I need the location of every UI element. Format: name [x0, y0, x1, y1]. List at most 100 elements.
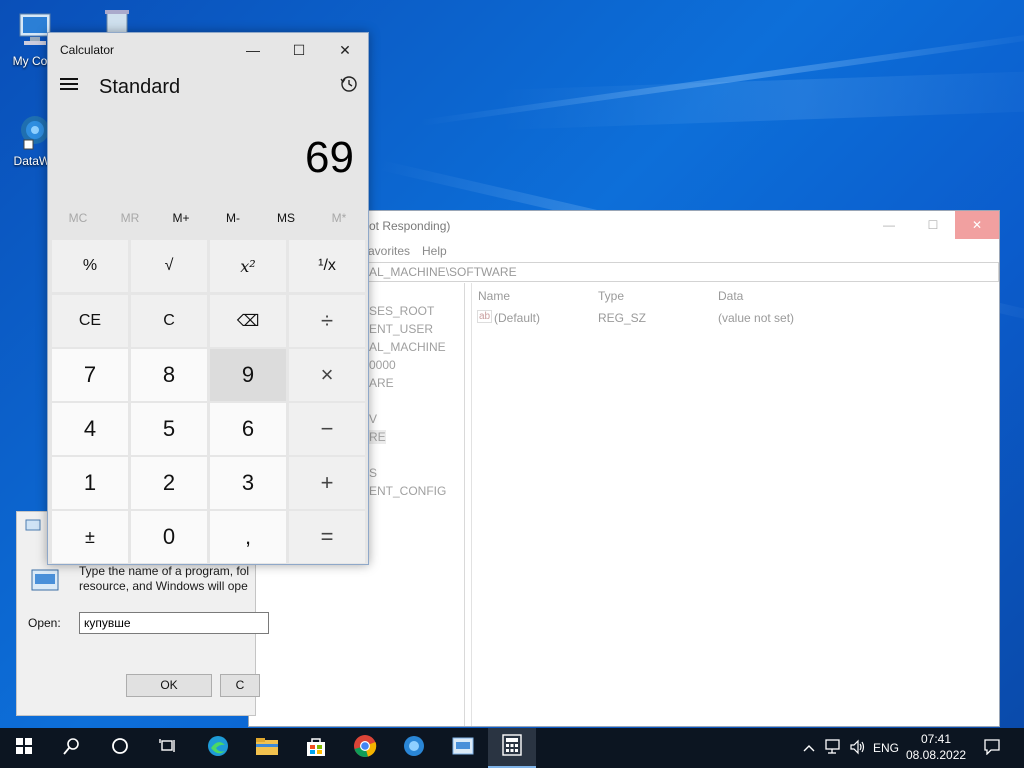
- run-description-line: resource, and Windows will ope: [79, 579, 248, 593]
- column-header-data[interactable]: Data: [718, 289, 743, 303]
- volume-icon: [849, 739, 867, 758]
- calculator-title: Calculator: [60, 43, 115, 57]
- calculator-icon: [502, 733, 522, 761]
- datawarehouse-icon: [402, 734, 426, 763]
- memory-store-button[interactable]: MS: [260, 211, 312, 225]
- clear-button[interactable]: C: [131, 295, 207, 347]
- digit-9-button[interactable]: 9: [210, 349, 286, 401]
- negate-button[interactable]: ±: [52, 511, 128, 563]
- maximize-button[interactable]: ☐: [276, 33, 322, 67]
- datawarehouse-taskbar-button[interactable]: [390, 728, 438, 768]
- volume-tray-button[interactable]: [846, 728, 870, 768]
- tree-item[interactable]: AL_MACHINE: [369, 340, 446, 354]
- cortana-icon: [111, 737, 129, 760]
- tree-item[interactable]: SES_ROOT: [369, 304, 434, 318]
- string-value-icon: ab: [477, 310, 493, 323]
- memory-clear-button[interactable]: MC: [52, 211, 104, 225]
- clock-date: 08.08.2022: [906, 748, 967, 762]
- tree-item[interactable]: V: [369, 412, 377, 426]
- minimize-button[interactable]: —: [230, 33, 276, 67]
- calculator-display: 69: [305, 133, 354, 182]
- calculator-mode: Standard: [99, 76, 181, 98]
- memory-recall-button[interactable]: MR: [104, 211, 156, 225]
- run-taskbar-button[interactable]: [439, 728, 487, 768]
- network-icon: [825, 738, 843, 758]
- registry-values-list[interactable]: Name Type Data ab (Default) REG_SZ (valu…: [471, 283, 999, 726]
- clock[interactable]: 07:41 08.08.2022: [906, 731, 966, 763]
- column-header-type[interactable]: Type: [598, 289, 624, 303]
- tree-item[interactable]: ARE: [369, 376, 394, 390]
- address-path: AL_MACHINE\SOFTWARE: [369, 265, 517, 279]
- cancel-button[interactable]: C: [220, 674, 260, 697]
- digit-1-button[interactable]: 1: [52, 457, 128, 509]
- memory-add-button[interactable]: M+: [155, 211, 207, 225]
- add-button[interactable]: +: [289, 457, 365, 509]
- file-explorer-taskbar-button[interactable]: [243, 728, 291, 768]
- digit-7-button[interactable]: 7: [52, 349, 128, 401]
- multiply-button[interactable]: ×: [289, 349, 365, 401]
- clear-entry-button[interactable]: CE: [52, 295, 128, 347]
- edge-icon: [206, 734, 230, 763]
- store-icon: [305, 735, 327, 762]
- language-indicator[interactable]: ENG: [871, 728, 901, 768]
- search-button[interactable]: [48, 728, 96, 768]
- digit-0-button[interactable]: 0: [131, 511, 207, 563]
- decimal-separator-button[interactable]: ,: [210, 511, 286, 563]
- digit-5-button[interactable]: 5: [131, 403, 207, 455]
- search-icon: [63, 737, 81, 760]
- subtract-button[interactable]: −: [289, 403, 365, 455]
- open-label: Open:: [28, 616, 61, 630]
- value-data: (value not set): [718, 311, 795, 325]
- show-hidden-icons-button[interactable]: [798, 728, 820, 768]
- calculator-header: Standard: [48, 67, 368, 107]
- run-title-icon: [25, 518, 41, 531]
- network-tray-button[interactable]: [822, 728, 846, 768]
- digit-4-button[interactable]: 4: [52, 403, 128, 455]
- backspace-button[interactable]: ⌫: [210, 295, 286, 347]
- tree-item[interactable]: ENT_USER: [369, 322, 433, 336]
- reciprocal-button[interactable]: ¹/x: [289, 240, 365, 292]
- run-input[interactable]: [79, 612, 269, 634]
- square-button[interactable]: x²: [210, 240, 286, 292]
- start-button[interactable]: [0, 728, 48, 768]
- tree-item[interactable]: S: [369, 466, 377, 480]
- minimize-button[interactable]: —: [867, 211, 911, 239]
- task-view-button[interactable]: [144, 728, 192, 768]
- chrome-taskbar-button[interactable]: [341, 728, 389, 768]
- close-button[interactable]: ✕: [955, 211, 999, 239]
- ok-button[interactable]: OK: [126, 674, 212, 697]
- value-name[interactable]: (Default): [494, 311, 540, 325]
- digit-6-button[interactable]: 6: [210, 403, 286, 455]
- store-taskbar-button[interactable]: [292, 728, 340, 768]
- maximize-button[interactable]: ☐: [911, 211, 955, 239]
- action-center-button[interactable]: [978, 728, 1006, 768]
- task-view-icon: [159, 738, 177, 759]
- cortana-button[interactable]: [96, 728, 144, 768]
- value-type: REG_SZ: [598, 311, 647, 325]
- hamburger-menu-icon[interactable]: [60, 75, 78, 93]
- equals-button[interactable]: =: [289, 511, 365, 563]
- close-button[interactable]: ✕: [322, 33, 368, 67]
- square-root-button[interactable]: √: [131, 240, 207, 292]
- history-icon[interactable]: [340, 75, 358, 93]
- memory-list-button[interactable]: M*: [313, 211, 365, 225]
- digit-3-button[interactable]: 3: [210, 457, 286, 509]
- calculator-window: Calculator — ☐ ✕ Standard 69 MC MR M+ M-…: [47, 32, 369, 565]
- tree-item[interactable]: ENT_CONFIG: [369, 484, 446, 498]
- tree-item[interactable]: 0000: [369, 358, 396, 372]
- column-header-name[interactable]: Name: [478, 289, 510, 303]
- start-icon: [16, 737, 32, 759]
- edge-taskbar-button[interactable]: [194, 728, 242, 768]
- percent-button[interactable]: %: [52, 240, 128, 292]
- menu-favorites[interactable]: avorites: [368, 244, 410, 258]
- run-description: Type the name of a program, fol resource…: [79, 564, 249, 594]
- digit-8-button[interactable]: 8: [131, 349, 207, 401]
- chrome-icon: [353, 734, 377, 763]
- divide-button[interactable]: ÷: [289, 295, 365, 347]
- memory-subtract-button[interactable]: M-: [207, 211, 259, 225]
- notification-icon: [984, 738, 1000, 758]
- calculator-taskbar-button[interactable]: [488, 728, 536, 768]
- digit-2-button[interactable]: 2: [131, 457, 207, 509]
- menu-help[interactable]: Help: [422, 244, 447, 258]
- tree-item-selected[interactable]: RE: [369, 430, 386, 444]
